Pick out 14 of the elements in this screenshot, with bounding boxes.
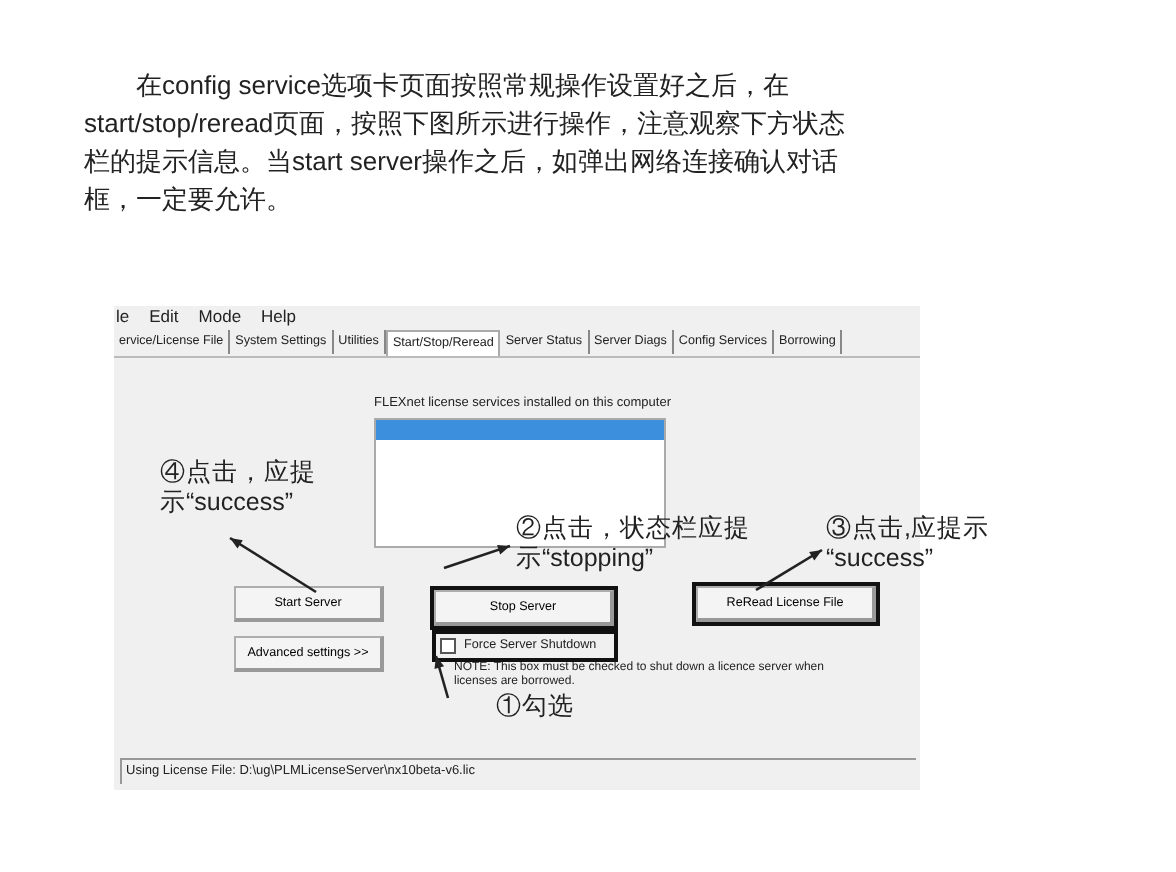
menu-item[interactable]: Help [261, 304, 297, 330]
annotation-text: ②点击，状态栏应提 示“stopping” [516, 514, 750, 574]
checkbox[interactable] [440, 638, 456, 654]
menu-item[interactable]: le [116, 304, 130, 330]
arrow [755, 548, 823, 592]
menu-item[interactable]: Edit [149, 304, 179, 330]
annotation-text: ①勾选 [496, 692, 574, 722]
annotation-text: ③点击,应提示 “success” [826, 514, 989, 574]
arrow [229, 536, 317, 594]
annotation-text: ④点击，应提 示“success” [160, 458, 316, 518]
menu-item[interactable]: Mode [198, 304, 242, 330]
arrow [434, 655, 450, 699]
paragraph: 在config service选项卡页面按照常规操作设置好之后，在start/stop/reread页面，按照下图所示进行操作，注意观察下方状态栏的提示信息。当start server操作之后，如弹出网络连接确认对话框，一定要允许。 [84, 68, 848, 218]
arrow [443, 544, 511, 570]
